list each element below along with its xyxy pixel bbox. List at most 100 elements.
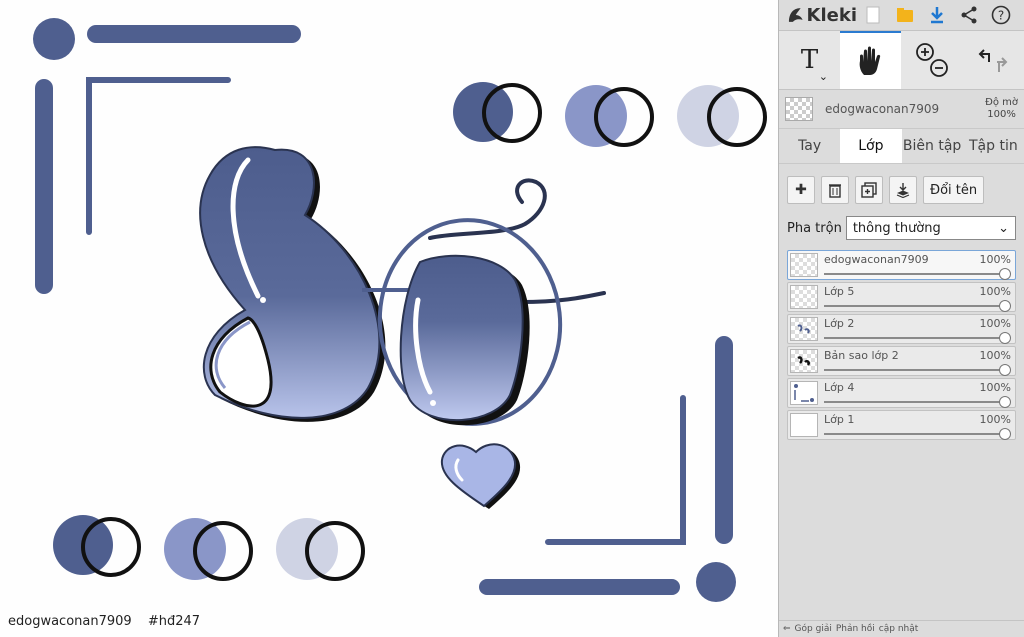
layer-thumbnail	[790, 381, 818, 405]
download-icon	[931, 7, 943, 24]
help-button[interactable]: ?	[985, 0, 1017, 30]
layer-name: Lớp 4	[824, 381, 855, 394]
help-icon: ?	[991, 5, 1011, 25]
delete-layer-button[interactable]	[821, 176, 849, 204]
layer-name: Lớp 5	[824, 285, 855, 298]
panel-tabs: Tay Lớp Biên tập Tập tin	[779, 129, 1024, 164]
duplicate-layer-button[interactable]	[855, 176, 883, 204]
opacity-label: Độ mờ	[985, 97, 1018, 108]
tool-row: T ⌄	[779, 31, 1024, 90]
drawing-canvas[interactable]: edogwaconan7909 #hđ247	[0, 0, 778, 637]
layer-list: edogwaconan7909 100% Lớp 5 100% Lớp 2 10…	[779, 246, 1024, 444]
kleki-bird-icon	[788, 8, 803, 22]
slider-knob[interactable]	[999, 428, 1011, 440]
zoom-tool[interactable]	[901, 31, 962, 89]
slider-knob[interactable]	[999, 396, 1011, 408]
current-layer-thumbnail	[785, 97, 813, 121]
slider-knob[interactable]	[999, 332, 1011, 344]
donate-link[interactable]: Góp giải	[795, 624, 832, 634]
folder-icon	[897, 8, 913, 22]
circle-swatches-top	[453, 82, 767, 147]
layer-thumbnail	[790, 349, 818, 373]
tab-brush[interactable]: Tay	[779, 129, 840, 163]
text-tool[interactable]: T ⌄	[779, 31, 840, 89]
top-bar: Kleki ?	[779, 0, 1024, 31]
merge-down-icon	[896, 183, 910, 198]
tab-layers[interactable]: Lớp	[840, 129, 902, 163]
layer-name: Lớp 2	[824, 317, 855, 330]
layer-thumbnail	[790, 317, 818, 341]
layer-opacity: 100%	[979, 381, 1011, 394]
kleki-logo[interactable]: Kleki	[779, 5, 857, 26]
layer-item[interactable]: Lớp 1 100%	[787, 410, 1016, 440]
current-layer-name: edogwaconan7909	[825, 102, 940, 116]
layer-item[interactable]: Lớp 5 100%	[787, 282, 1016, 312]
layer-thumbnail-art	[797, 356, 810, 366]
layer-thumbnail	[790, 253, 818, 277]
tab-edit[interactable]: Biên tập	[902, 129, 963, 163]
slider-knob[interactable]	[999, 364, 1011, 376]
blend-mode-row: Pha trộn thông thường ⌄	[779, 210, 1024, 246]
current-layer-header: edogwaconan7909 Độ mờ 100%	[779, 90, 1024, 129]
layer-opacity: 100%	[979, 349, 1011, 362]
add-layer-button[interactable]: ✚	[787, 176, 815, 204]
caption: edogwaconan7909 #hđ247	[8, 614, 212, 629]
plus-icon: ✚	[795, 182, 807, 198]
layer-opacity-slider[interactable]	[824, 337, 1003, 339]
layer-toolbar: ✚ Đổi tên	[779, 164, 1024, 210]
layer-opacity: 100%	[979, 413, 1011, 426]
trash-icon	[829, 184, 841, 198]
layer-opacity: 100%	[979, 285, 1011, 298]
layer-item[interactable]: Lớp 2 100%	[787, 314, 1016, 344]
layer-opacity-slider[interactable]	[824, 305, 1003, 307]
merge-layer-button[interactable]	[889, 176, 917, 204]
back-arrow-icon[interactable]: ⇐	[783, 624, 791, 634]
text-tool-label: T	[800, 45, 819, 75]
duplicate-icon	[861, 182, 877, 198]
layer-opacity-slider[interactable]	[824, 369, 1003, 371]
download-button[interactable]	[921, 0, 953, 30]
caption-tag: #hđ247	[147, 614, 201, 629]
artwork	[33, 18, 767, 602]
blend-label: Pha trộn	[787, 220, 842, 236]
undo-redo-icon	[978, 49, 1007, 72]
layer-item[interactable]: Bản sao lớp 2 100%	[787, 346, 1016, 376]
layer-name: Bản sao lớp 2	[824, 349, 899, 362]
layer-opacity-slider[interactable]	[824, 401, 1003, 403]
blend-mode-value: thông thường	[852, 220, 941, 236]
chevron-down-icon: ⌄	[818, 70, 828, 83]
lettering-80	[199, 146, 606, 426]
side-panel: Kleki ? T ⌄ edogwaconan7909 Độ mờ 100% T…	[778, 0, 1024, 637]
new-file-button[interactable]	[857, 0, 889, 30]
changelog-link[interactable]: cập nhật	[879, 624, 919, 634]
rename-layer-button[interactable]: Đổi tên	[923, 176, 985, 204]
blend-mode-select[interactable]: thông thường ⌄	[845, 216, 1016, 240]
layer-opacity-slider[interactable]	[824, 433, 1003, 435]
share-button[interactable]	[953, 0, 985, 30]
layer-thumbnail	[790, 413, 818, 437]
layer-opacity-slider[interactable]	[824, 273, 1003, 275]
undo-redo-tool[interactable]	[962, 31, 1023, 89]
open-file-button[interactable]	[889, 0, 921, 30]
new-file-icon	[866, 6, 880, 24]
tab-file[interactable]: Tập tin	[963, 129, 1024, 163]
hand-tool[interactable]	[840, 31, 901, 89]
share-icon	[961, 6, 977, 24]
current-layer-opacity[interactable]: Độ mờ 100%	[985, 97, 1018, 121]
caption-username: edogwaconan7909	[8, 614, 132, 629]
layer-item[interactable]: edogwaconan7909 100%	[787, 250, 1016, 280]
feedback-link[interactable]: Phản hồi	[836, 624, 875, 634]
layer-thumbnail	[790, 285, 818, 309]
heart-drawing	[440, 443, 521, 509]
slider-knob[interactable]	[999, 300, 1011, 312]
zoom-icon	[915, 43, 948, 77]
app-name: Kleki	[806, 4, 857, 26]
layer-item[interactable]: Lớp 4 100%	[787, 378, 1016, 408]
frame-bottom-right	[479, 336, 736, 602]
layer-opacity: 100%	[979, 253, 1011, 266]
opacity-value: 100%	[987, 109, 1016, 120]
circle-swatches-bottom	[53, 515, 365, 581]
slider-knob[interactable]	[999, 268, 1011, 280]
chevron-down-icon: ⌄	[998, 220, 1009, 236]
bottom-bar: ⇐ Góp giải Phản hồi cập nhật	[779, 620, 1024, 637]
